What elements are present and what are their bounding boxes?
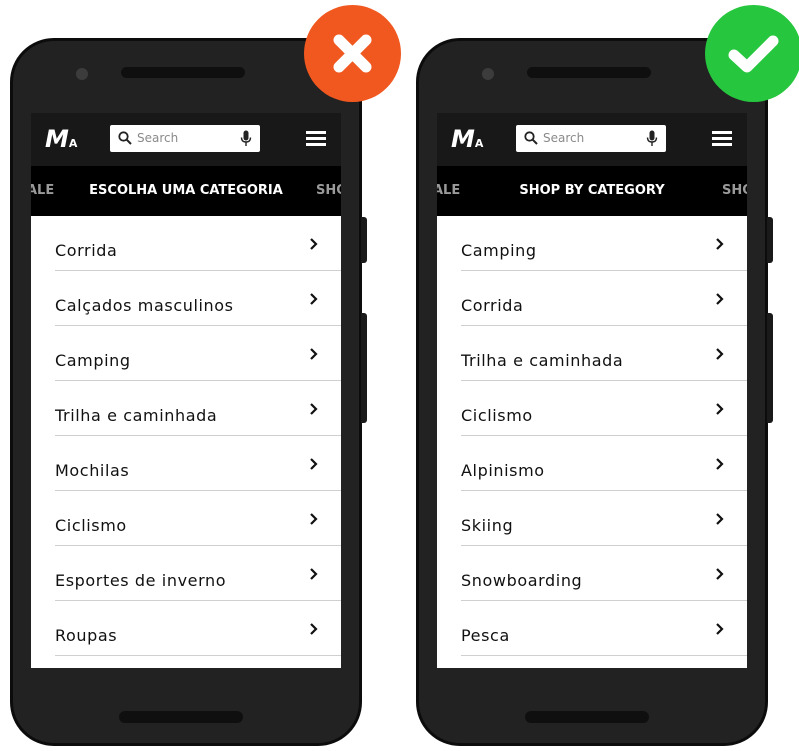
volume-button	[361, 217, 367, 263]
chevron-right-icon	[716, 238, 724, 250]
list-item[interactable]: Camping	[461, 216, 747, 271]
list-item[interactable]: Trilha e caminhada	[55, 381, 341, 436]
home-indicator	[119, 711, 243, 723]
speaker-grille	[527, 67, 651, 78]
search-icon	[118, 131, 132, 145]
correct-badge	[705, 5, 799, 102]
chevron-right-icon	[310, 513, 318, 525]
front-camera	[482, 68, 494, 80]
x-mark-icon	[333, 34, 372, 73]
home-indicator	[525, 711, 649, 723]
hamburger-menu-icon[interactable]	[306, 131, 326, 147]
chevron-right-icon	[310, 348, 318, 360]
front-camera	[76, 68, 88, 80]
tab-next[interactable]: SHO	[316, 183, 341, 199]
search-icon	[524, 131, 538, 145]
list-item-label: Pesca	[461, 626, 510, 645]
list-item-label: Trilha e caminhada	[55, 406, 218, 425]
category-tab-bar: ALE ESCOLHA UMA CATEGORIA SHO	[31, 166, 341, 216]
tab-category-title[interactable]: ESCOLHA UMA CATEGORIA	[31, 183, 341, 199]
list-item[interactable]: Skiing	[461, 491, 747, 546]
chevron-right-icon	[310, 293, 318, 305]
chevron-right-icon	[716, 348, 724, 360]
list-item-label: Esportes de inverno	[55, 571, 227, 590]
chevron-right-icon	[310, 238, 318, 250]
search-placeholder: Search	[137, 131, 179, 145]
search-input[interactable]: Search	[516, 125, 666, 152]
list-item[interactable]: Snowboarding	[461, 546, 747, 601]
power-button	[767, 313, 773, 423]
phone-mockup-right: MA Search ALE SHOP BY CATEGORY SHO	[416, 38, 773, 746]
chevron-right-icon	[716, 513, 724, 525]
chevron-right-icon	[716, 568, 724, 580]
wrong-badge	[304, 5, 401, 102]
speaker-grille	[121, 67, 245, 78]
brand-logo[interactable]: MA	[45, 125, 77, 158]
list-item[interactable]: Ciclismo	[461, 381, 747, 436]
checkmark-icon	[728, 35, 779, 73]
list-item-label: Trilha e caminhada	[461, 351, 624, 370]
list-item-label: Alpinismo	[461, 461, 545, 480]
list-item[interactable]: Ciclismo	[55, 491, 341, 546]
chevron-right-icon	[310, 458, 318, 470]
phone-screen: MA Search ALE SHOP BY CATEGORY SHO	[437, 113, 747, 668]
phone-mockup-left: MA Search ALE ESCOLHA UMA CATEGORIA SH C…	[10, 38, 367, 746]
power-button	[361, 313, 367, 423]
list-item-label: Camping	[55, 351, 131, 370]
chevron-right-icon	[310, 623, 318, 635]
list-item-label: Snowboarding	[461, 571, 583, 590]
list-item-label: Ciclismo	[55, 516, 127, 535]
list-item-label: Roupas	[55, 626, 118, 645]
microphone-icon[interactable]	[646, 130, 658, 147]
hamburger-menu-icon[interactable]	[712, 131, 732, 147]
category-list: Camping Corrida Trilha e caminhada Cicli…	[437, 216, 747, 656]
chevron-right-icon	[310, 403, 318, 415]
chevron-right-icon	[716, 458, 724, 470]
list-item[interactable]: Camping	[55, 326, 341, 381]
list-item[interactable]: Roupas	[55, 601, 341, 656]
volume-button	[767, 217, 773, 263]
app-header: MA Search	[437, 113, 747, 166]
chevron-right-icon	[716, 403, 724, 415]
list-item[interactable]: Alpinismo	[461, 436, 747, 491]
search-input[interactable]: Search	[110, 125, 260, 152]
brand-logo[interactable]: MA	[451, 125, 483, 158]
list-item-label: Ciclismo	[461, 406, 533, 425]
tab-category-title[interactable]: SHOP BY CATEGORY	[437, 183, 747, 199]
list-item[interactable]: Esportes de inverno	[55, 546, 341, 601]
phone-screen: MA Search ALE ESCOLHA UMA CATEGORIA SH C…	[31, 113, 341, 668]
chevron-right-icon	[310, 568, 318, 580]
tab-next[interactable]: SHO	[722, 183, 747, 199]
app-header: MA Search	[31, 113, 341, 166]
list-item[interactable]: Calçados masculinos	[55, 271, 341, 326]
list-item-label: Corrida	[55, 241, 118, 260]
list-item[interactable]: Pesca	[461, 601, 747, 656]
category-tab-bar: ALE SHOP BY CATEGORY SHO	[437, 166, 747, 216]
search-placeholder: Search	[543, 131, 585, 145]
list-item-label: Calçados masculinos	[55, 296, 234, 315]
list-item-label: Corrida	[461, 296, 524, 315]
chevron-right-icon	[716, 623, 724, 635]
category-list: Corrida Calçados masculinos Camping Tril…	[31, 216, 341, 656]
list-item[interactable]: Corrida	[55, 216, 341, 271]
list-item[interactable]: Trilha e caminhada	[461, 326, 747, 381]
list-item-label: Mochilas	[55, 461, 130, 480]
list-item[interactable]: Corrida	[461, 271, 747, 326]
chevron-right-icon	[716, 293, 724, 305]
microphone-icon[interactable]	[240, 130, 252, 147]
list-item-label: Skiing	[461, 516, 514, 535]
list-item[interactable]: Mochilas	[55, 436, 341, 491]
list-item-label: Camping	[461, 241, 537, 260]
